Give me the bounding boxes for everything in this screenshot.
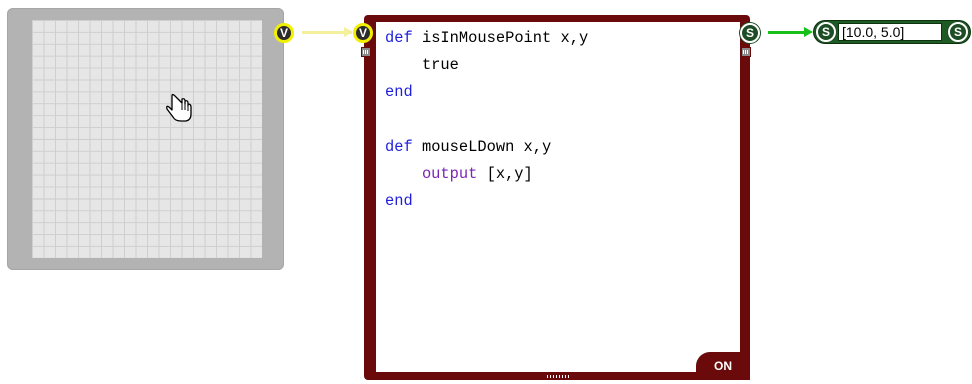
- output-wire[interactable]: [768, 31, 808, 34]
- mouse-area-grid[interactable]: [32, 20, 262, 258]
- code-line-7: end: [385, 192, 413, 211]
- code-output-pin[interactable]: S: [740, 23, 760, 43]
- code-line-5: def mouseLDown x,y: [385, 137, 552, 156]
- hand-pointer-icon: [166, 93, 192, 122]
- grid-output-pin[interactable]: V: [274, 23, 294, 43]
- code-line-1: def isInMousePoint x,y: [385, 29, 589, 47]
- input-menu-icon[interactable]: [361, 47, 371, 57]
- output-node-input-pin[interactable]: S: [816, 22, 836, 42]
- code-line-3: end: [385, 83, 413, 102]
- code-input-pin[interactable]: V: [353, 23, 373, 43]
- code-line-2: true: [385, 56, 459, 75]
- resize-handle-icon[interactable]: [547, 375, 571, 378]
- code-block[interactable]: def isInMousePoint x,y true end def mous…: [364, 15, 750, 380]
- output-node[interactable]: S [10.0, 5.0] S: [813, 20, 971, 44]
- output-value: [10.0, 5.0]: [838, 23, 942, 41]
- output-menu-icon[interactable]: [741, 47, 751, 57]
- code-text[interactable]: def isInMousePoint x,y true end def mous…: [385, 25, 588, 215]
- code-line-6: output [x,y]: [385, 165, 533, 184]
- output-node-output-pin[interactable]: S: [948, 22, 968, 42]
- grid-panel[interactable]: [7, 8, 284, 270]
- code-editor[interactable]: def isInMousePoint x,y true end def mous…: [376, 22, 740, 372]
- status-badge[interactable]: ON: [696, 352, 750, 380]
